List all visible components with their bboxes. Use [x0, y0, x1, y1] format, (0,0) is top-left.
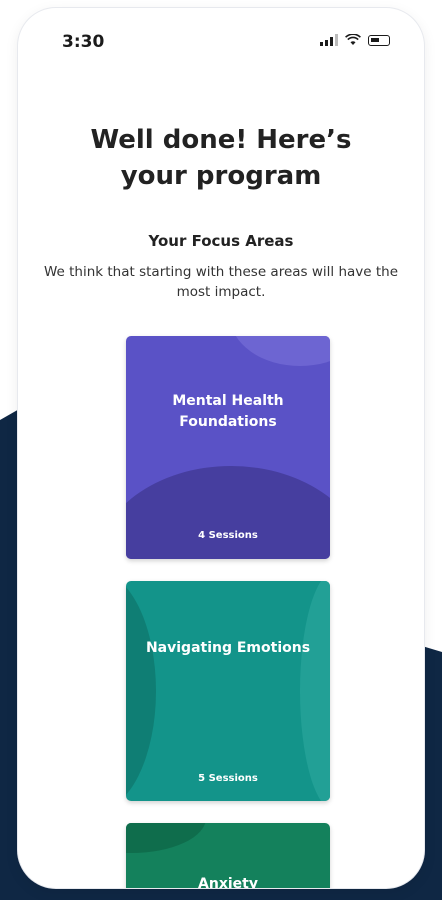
status-bar: 3:30 — [18, 8, 424, 78]
wifi-icon — [345, 34, 361, 45]
card-decoration — [126, 823, 206, 853]
card-title-line1: Mental Health — [172, 393, 284, 409]
card-decoration — [230, 336, 330, 366]
card-title: Mental Health Foundations — [126, 391, 330, 433]
card-sessions-count: 5 Sessions — [198, 773, 258, 784]
card-title-line2: Foundations — [179, 414, 277, 430]
focus-areas-description: We think that starting with these areas … — [43, 264, 399, 300]
signal-icon — [320, 34, 338, 46]
program-card-navigating-emotions[interactable]: Navigating Emotions 5 Sessions — [126, 581, 330, 801]
battery-icon — [368, 34, 390, 46]
status-icons — [320, 34, 390, 46]
card-title: Anxiety — [198, 876, 258, 888]
card-decoration — [126, 581, 156, 801]
status-time: 3:30 — [62, 32, 105, 52]
card-decoration — [126, 466, 330, 559]
program-card-mental-health-foundations[interactable]: Mental Health Foundations 4 Sessions — [126, 336, 330, 559]
page-title-line1: Well done! Here’s — [90, 125, 352, 155]
focus-areas-heading: Your Focus Areas — [148, 232, 294, 250]
card-decoration — [300, 581, 330, 801]
page-title-line2: your program — [120, 161, 322, 191]
phone-screen: 3:30 Well done! Here’s your program Your… — [18, 8, 424, 888]
page-title: Well done! Here’s your program — [18, 122, 424, 194]
program-card-anxiety[interactable]: Anxiety — [126, 823, 330, 888]
card-title: Navigating Emotions — [145, 640, 311, 656]
card-sessions-count: 4 Sessions — [198, 530, 258, 541]
